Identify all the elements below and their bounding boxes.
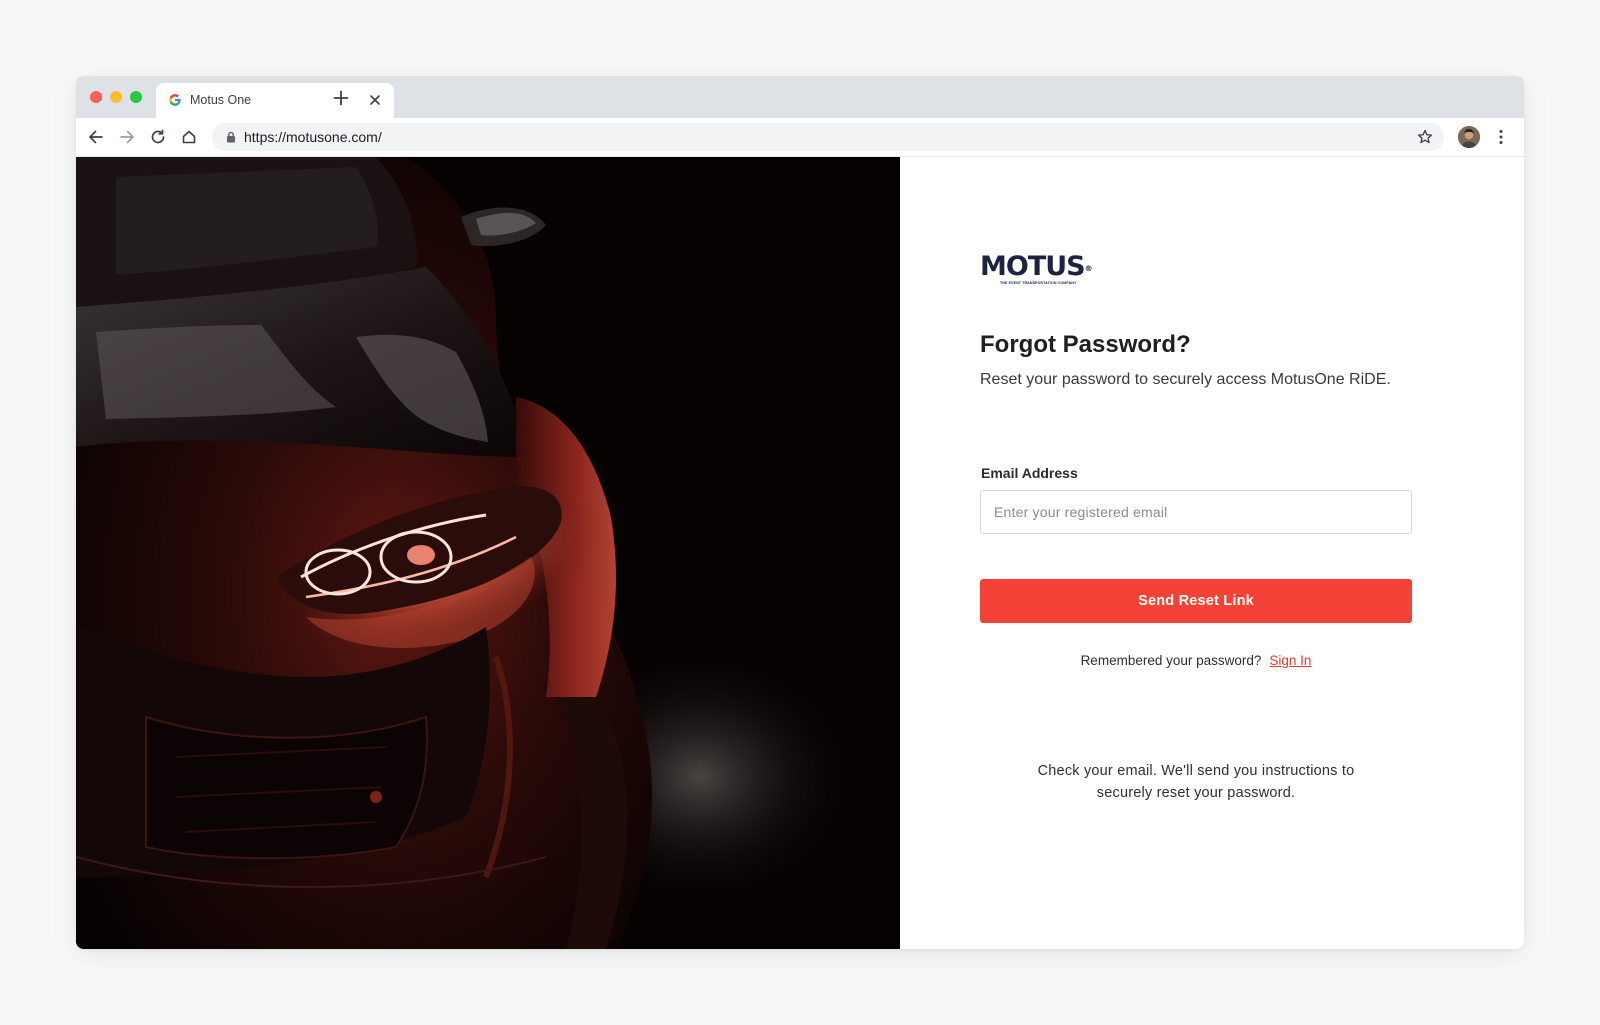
address-bar[interactable]: https://motusone.com/ — [212, 123, 1444, 151]
arrow-left-icon[interactable] — [85, 126, 107, 148]
tab-title: Motus One — [190, 93, 252, 107]
arrow-right-icon[interactable] — [116, 126, 138, 148]
kebab-icon[interactable] — [1490, 126, 1512, 148]
sign-in-link[interactable]: Sign In — [1269, 653, 1311, 668]
plus-icon[interactable] — [332, 89, 350, 107]
email-label: Email Address — [981, 465, 1078, 481]
remember-text: Remembered your password? — [1080, 653, 1262, 668]
info-line-2: securely reset your password. — [1096, 785, 1296, 801]
minimize-window-button[interactable] — [110, 91, 122, 103]
url-text[interactable]: https://motusone.com/ — [244, 129, 382, 145]
browser-tab[interactable]: Motus One — [156, 83, 394, 118]
motus-logo: MOTUS® THE EVENT TRANSPORTATION COMPANY — [980, 251, 1093, 286]
lock-icon — [224, 130, 238, 144]
star-icon[interactable] — [1416, 128, 1434, 146]
logo-text: MOTUS — [980, 251, 1086, 282]
remember-row: Remembered your password? Sign In — [980, 653, 1412, 668]
maximize-window-button[interactable] — [130, 91, 142, 103]
email-field[interactable] — [980, 490, 1412, 534]
avatar[interactable] — [1458, 126, 1480, 148]
close-window-button[interactable] — [90, 91, 102, 103]
forgot-password-panel: MOTUS® THE EVENT TRANSPORTATION COMPANY … — [900, 157, 1524, 949]
close-icon[interactable] — [366, 91, 384, 109]
send-reset-link-button[interactable]: Send Reset Link — [980, 579, 1412, 623]
info-text: Check your email. We'll send you instruc… — [980, 760, 1412, 804]
browser-toolbar: https://motusone.com/ — [76, 118, 1524, 157]
page-title: Forgot Password? — [980, 331, 1191, 358]
logo-tagline: THE EVENT TRANSPORTATION COMPANY — [1000, 281, 1077, 285]
page-content: MOTUS® THE EVENT TRANSPORTATION COMPANY … — [76, 157, 1524, 949]
info-line-1: Check your email. We'll send you instruc… — [1037, 763, 1355, 779]
browser-window: Motus One https://motusone.com/ MOTUS® T… — [76, 76, 1524, 949]
page-subtitle: Reset your password to securely access M… — [980, 371, 1391, 388]
google-g-icon — [168, 93, 182, 107]
hero-car-image — [76, 157, 900, 949]
reload-icon[interactable] — [147, 126, 169, 148]
home-icon[interactable] — [178, 126, 200, 148]
tab-strip: Motus One — [76, 76, 1524, 118]
